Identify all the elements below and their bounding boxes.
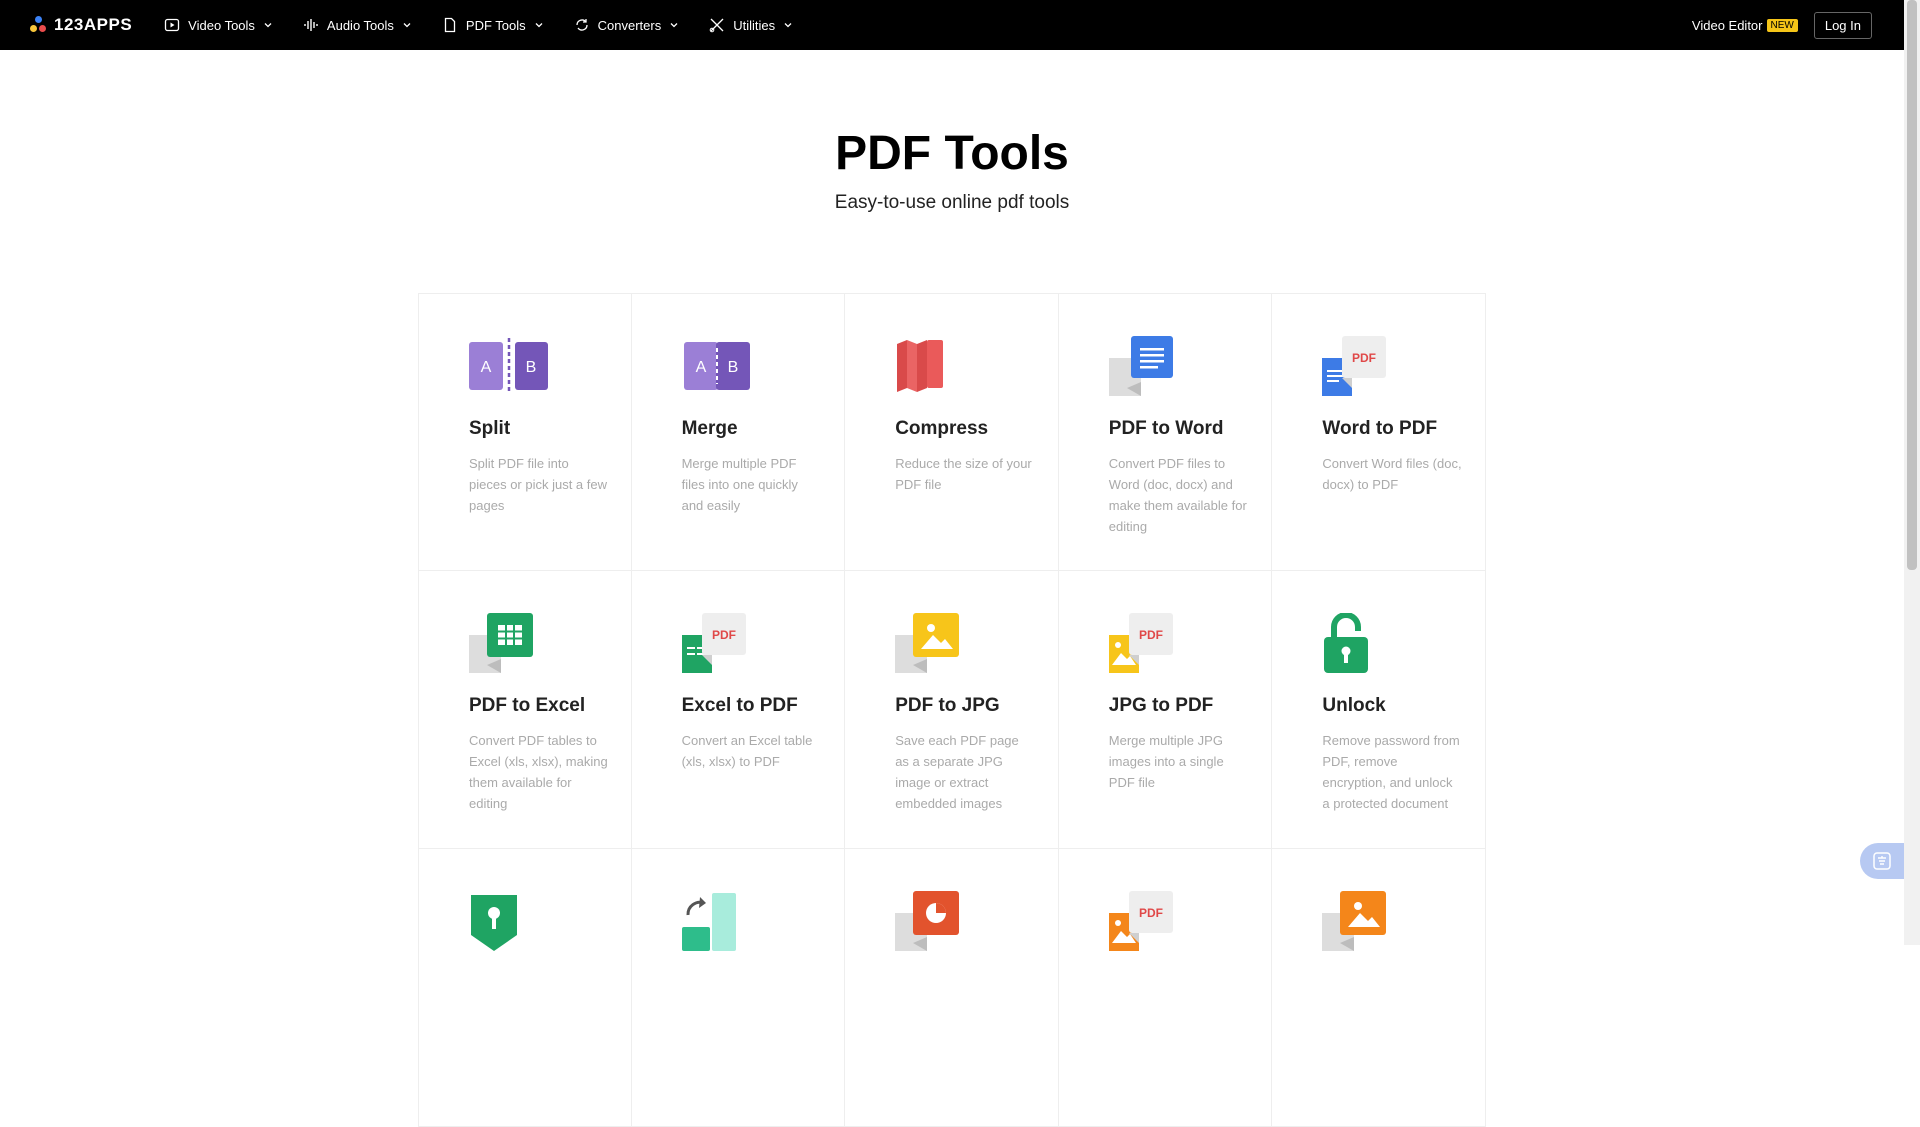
tool-card-pdf-to-word[interactable]: PDF to Word Convert PDF files to Word (d… <box>1058 293 1273 571</box>
page-subtitle: Easy-to-use online pdf tools <box>834 192 1070 213</box>
pdf-label: PDF <box>1352 351 1376 365</box>
tool-card-split[interactable]: A B Split Split PDF file into pieces or … <box>418 293 632 571</box>
tool-card-pdf-to-ppt[interactable] <box>845 849 1059 1127</box>
image-to-pdf-icon: PDF <box>1108 891 1181 953</box>
tool-card-word-to-pdf[interactable]: PDF Word to PDF Convert Word files (doc,… <box>1272 293 1486 571</box>
menu-label: Utilities <box>733 17 776 33</box>
logo[interactable]: 123APPS <box>30 15 132 35</box>
tool-description: Convert PDF files to Word (doc, docx) an… <box>1108 456 1247 534</box>
menu-audio-tools[interactable]: Audio Tools <box>303 17 412 33</box>
split-icon: A B <box>469 336 548 398</box>
tool-description: Remove password from PDF, remove encrypt… <box>1322 733 1460 811</box>
waveform-icon <box>304 19 318 31</box>
play-icon <box>165 18 180 32</box>
tool-title: Split <box>469 418 511 439</box>
document-icon <box>444 17 456 33</box>
top-navbar: 123APPS Video Tools Audio Tools PDF Tool… <box>0 0 1904 50</box>
tool-card-image[interactable] <box>1272 849 1486 1127</box>
pdf-to-jpg-icon <box>895 613 967 675</box>
main-menu: Video Tools Audio Tools PDF Tools Conver… <box>164 17 793 33</box>
tool-description: Merge multiple PDF files into one quickl… <box>681 456 798 513</box>
pdf-label: PDF <box>1139 628 1163 642</box>
tool-title: Excel to PDF <box>681 695 798 716</box>
login-button[interactable]: Log In <box>1813 11 1872 39</box>
chevron-down-icon <box>403 23 411 28</box>
tool-title: Unlock <box>1322 695 1386 716</box>
merge-icon: A B <box>682 336 754 398</box>
tool-card-merge[interactable]: A B Merge Merge multiple PDF files into … <box>631 293 846 571</box>
tool-description: Convert an Excel table (xls, xlsx) to PD… <box>681 733 813 769</box>
unlock-icon <box>1322 612 1394 675</box>
word-to-pdf-icon: PDF <box>1322 336 1394 398</box>
jpg-to-pdf-icon: PDF <box>1108 613 1181 675</box>
tool-card-pdf-to-jpg[interactable]: PDF to JPG Save each PDF page as a separ… <box>845 571 1059 849</box>
translate-button[interactable] <box>1860 843 1904 879</box>
video-editor-label: Video Editor <box>1691 17 1763 33</box>
tool-card-jpg-to-pdf[interactable]: PDF JPG to PDF Merge multiple JPG images… <box>1058 571 1273 849</box>
chevron-down-icon <box>535 23 543 28</box>
tool-title: PDF to Word <box>1108 418 1224 439</box>
tool-card-excel-to-pdf[interactable]: PDF Excel to PDF Convert an Excel table … <box>631 571 846 849</box>
tool-card-image-to-pdf[interactable]: PDF <box>1058 849 1273 1127</box>
new-badge: NEW <box>1766 18 1798 32</box>
tool-description: Merge multiple JPG images into a single … <box>1108 733 1224 790</box>
tool-description: Save each PDF page as a separate JPG ima… <box>895 733 1019 811</box>
scrollbar-thumb[interactable] <box>1907 0 1917 570</box>
translate-icon <box>1873 852 1891 870</box>
protect-icon <box>469 891 541 953</box>
pdf-to-ppt-icon <box>895 891 967 953</box>
tools-grid: A B Split Split PDF file into pieces or … <box>418 293 1486 1127</box>
tool-card-protect[interactable] <box>418 849 632 1127</box>
excel-to-pdf-icon: PDF <box>681 613 754 675</box>
logo-text: 123APPS <box>54 15 133 34</box>
merge-label-b: B <box>727 359 738 376</box>
tool-description: Convert Word files (doc, docx) to PDF <box>1322 456 1462 492</box>
tool-title: JPG to PDF <box>1108 695 1214 716</box>
chevron-down-icon <box>670 23 678 28</box>
page-title: PDF Tools <box>835 127 1069 180</box>
image-icon <box>1322 891 1394 953</box>
tool-title: Compress <box>895 418 989 439</box>
menu-label: Converters <box>597 17 662 33</box>
split-label-a: A <box>481 359 492 376</box>
tool-card-unlock[interactable]: Unlock Remove password from PDF, remove … <box>1272 571 1486 849</box>
tool-card-rotate[interactable] <box>631 849 846 1127</box>
video-editor-link[interactable]: Video Editor NEW <box>1692 18 1798 33</box>
tool-description: Split PDF file into pieces or pick just … <box>469 456 608 513</box>
rotate-icon <box>681 891 754 953</box>
menu-label: PDF Tools <box>465 17 526 33</box>
menu-pdf-tools[interactable]: PDF Tools <box>442 17 544 33</box>
pdf-label: PDF <box>712 628 736 642</box>
scrollbar[interactable] <box>1904 0 1920 945</box>
merge-label-a: A <box>695 359 706 376</box>
menu-video-tools[interactable]: Video Tools <box>164 17 273 33</box>
menu-converters[interactable]: Converters <box>574 17 680 33</box>
logo-icon <box>30 16 48 34</box>
tool-description: Reduce the size of your PDF file <box>895 456 1032 492</box>
pdf-label: PDF <box>1139 906 1163 920</box>
tool-title: Word to PDF <box>1322 418 1438 439</box>
split-label-b: B <box>526 359 537 376</box>
tool-title: PDF to Excel <box>469 695 586 716</box>
convert-icon <box>575 19 588 31</box>
tool-card-pdf-to-excel[interactable]: PDF to Excel Convert PDF tables to Excel… <box>418 571 632 849</box>
tool-title: Merge <box>681 418 738 439</box>
tool-description: Convert PDF tables to Excel (xls, xlsx),… <box>469 733 608 811</box>
menu-label: Video Tools <box>188 17 255 33</box>
tool-title: PDF to JPG <box>895 695 1000 716</box>
chevron-down-icon <box>264 23 272 28</box>
pdf-to-word-icon <box>1108 336 1181 398</box>
menu-utilities[interactable]: Utilities <box>709 17 793 33</box>
scissors-icon <box>709 18 724 33</box>
chevron-down-icon <box>784 23 792 28</box>
pdf-to-excel-icon <box>469 613 541 675</box>
nav-right: Video Editor NEW Log In <box>1692 0 1872 50</box>
tool-card-compress[interactable]: Compress Reduce the size of your PDF fil… <box>845 293 1059 571</box>
compress-icon <box>895 336 967 398</box>
menu-label: Audio Tools <box>326 17 394 33</box>
